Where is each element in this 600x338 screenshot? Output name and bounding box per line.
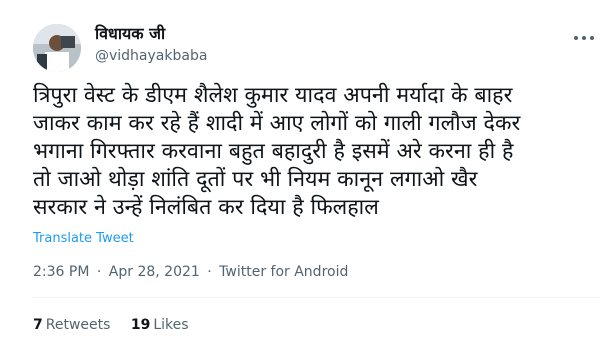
user-handle[interactable]: @vidhayakbaba — [95, 48, 207, 64]
tweet-date[interactable]: Apr 28, 2021 — [109, 264, 200, 280]
retweets-label: Retweets — [45, 317, 111, 333]
profile-photo-icon — [33, 24, 81, 72]
retweets-count: 7 — [33, 317, 43, 333]
tweet-stats: 7 Retweets 19 Likes — [33, 317, 205, 333]
translate-tweet-link[interactable]: Translate Tweet — [33, 231, 134, 246]
tweet-text: त्रिपुरा वेस्ट के डीएम शैलेश कुमार यादव … — [33, 83, 521, 220]
avatar[interactable] — [33, 24, 81, 72]
user-display-name[interactable]: विधायक जी — [95, 22, 165, 44]
meta-separator: · — [96, 264, 102, 280]
tweet-source[interactable]: Twitter for Android — [219, 264, 348, 280]
likes-label: Likes — [153, 317, 189, 333]
more-dots-icon[interactable] — [572, 30, 596, 44]
divider — [33, 297, 600, 298]
tweet-time[interactable]: 2:36 PM — [33, 264, 89, 280]
tweet-meta: 2:36 PM · Apr 28, 2021 · Twitter for And… — [33, 264, 348, 280]
likes-count: 19 — [130, 317, 151, 333]
likes-stat[interactable]: 19 Likes — [131, 317, 189, 333]
meta-separator: · — [207, 264, 212, 280]
tweet-card: विधायक जी @vidhayakbaba त्रिपुरा वेस्ट क… — [0, 0, 600, 338]
retweets-stat[interactable]: 7 Retweets — [33, 317, 110, 333]
